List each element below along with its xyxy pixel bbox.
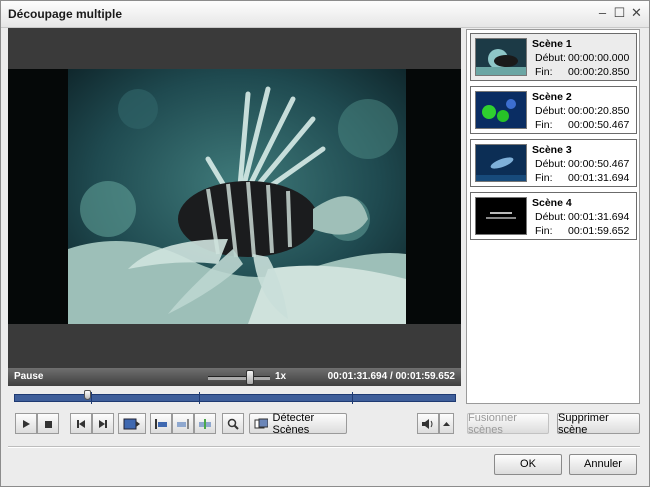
volume-menu-button[interactable] [439, 413, 454, 434]
scene-marker [199, 392, 200, 404]
speed-slider-thumb[interactable] [246, 370, 254, 385]
scene-name: Scène 2 [532, 91, 572, 103]
speed-slider-track[interactable] [208, 376, 270, 380]
video-frame [68, 69, 406, 324]
minimize-icon[interactable]: – [596, 5, 609, 21]
next-frame-button[interactable] [92, 413, 114, 434]
set-start-button[interactable] [150, 413, 172, 434]
scene-start-value: 00:00:50.467 [568, 158, 630, 170]
playback-controls [15, 413, 59, 435]
chevron-up-icon [443, 422, 450, 426]
skip-forward-icon [99, 419, 107, 428]
audio-controls [417, 413, 454, 435]
scene-start-label: Début: [535, 105, 566, 117]
zoom-controls [222, 413, 244, 435]
timeline-slider[interactable] [14, 390, 456, 406]
window-controls: – ☐ ✕ [596, 5, 643, 21]
timeline-track[interactable] [14, 394, 456, 402]
scene-end-value: 00:00:20.850 [568, 66, 630, 78]
merge-scenes-label: Fusionner scènes [468, 411, 517, 436]
merge-scenes-button[interactable]: Fusionner scènes [467, 411, 549, 436]
scene-item[interactable]: Scène 3 Début: 00:00:50.467 Fin: 00:01:3… [470, 139, 637, 187]
scene-thumbnail [475, 38, 527, 76]
window-title: Découpage multiple [8, 7, 123, 21]
scene-end-label: Fin: [535, 225, 553, 237]
time-readout: 00:01:31.694 / 00:01:59.652 [327, 371, 455, 382]
scene-marker [91, 392, 92, 404]
play-button[interactable] [15, 413, 37, 434]
footer-separator [8, 446, 640, 448]
scene-start-label: Début: [535, 158, 566, 170]
title-bar: Découpage multiple – ☐ ✕ [1, 1, 649, 28]
stop-icon [45, 420, 52, 428]
cancel-button[interactable]: Annuler [569, 454, 637, 475]
speed-label: 1x [275, 371, 287, 382]
scene-item[interactable]: Scène 2 Début: 00:00:20.850 Fin: 00:00:5… [470, 86, 637, 134]
scene-end-label: Fin: [535, 172, 553, 184]
scene-list[interactable]: Scène 1 Début: 00:00:00.000 Fin: 00:00:2… [466, 29, 640, 404]
film-icon [123, 418, 140, 429]
video-preview[interactable] [8, 28, 461, 368]
playback-state-label: Pause [14, 371, 44, 382]
volume-button[interactable] [417, 413, 439, 434]
mark-start-icon [155, 418, 167, 429]
previous-frame-button[interactable] [70, 413, 92, 434]
detect-scenes-button[interactable]: Détecter Scènes [249, 411, 347, 436]
scene-thumbnail [475, 197, 527, 235]
scene-end-label: Fin: [535, 119, 553, 131]
scene-start-value: 00:01:31.694 [568, 211, 630, 223]
close-icon[interactable]: ✕ [630, 5, 643, 21]
maximize-icon[interactable]: ☐ [613, 5, 626, 21]
marker-controls [150, 413, 216, 435]
scene-marker [352, 392, 353, 404]
ok-button[interactable]: OK [494, 454, 562, 475]
film-controls [118, 413, 146, 435]
scene-name: Scène 1 [532, 38, 572, 50]
timeline-thumb[interactable] [84, 390, 91, 400]
scene-end-value: 00:01:59.652 [568, 225, 630, 237]
scene-thumbnail [475, 144, 527, 182]
skip-back-icon [77, 419, 85, 428]
scene-start-label: Début: [535, 52, 566, 64]
delete-scene-button[interactable]: Supprimer scène [557, 411, 640, 436]
speaker-icon [422, 418, 433, 429]
scene-start-label: Début: [535, 211, 566, 223]
scene-item[interactable]: Scène 1 Début: 00:00:00.000 Fin: 00:00:2… [470, 33, 637, 81]
scene-thumbnail [475, 91, 527, 129]
scene-start-value: 00:00:20.850 [568, 105, 630, 117]
delete-scene-label: Supprimer scène [558, 411, 609, 436]
scene-name: Scène 3 [532, 144, 572, 156]
zoom-icon [227, 418, 239, 430]
film-button[interactable] [118, 413, 146, 434]
detect-scenes-icon [254, 418, 268, 428]
mark-end-icon [177, 418, 189, 429]
stop-button[interactable] [37, 413, 59, 434]
scene-item[interactable]: Scène 4 Début: 00:01:31.694 Fin: 00:01:5… [470, 192, 637, 240]
playback-status-bar: Pause 1x 00:01:31.694 / 00:01:59.652 [8, 368, 461, 386]
split-button[interactable] [194, 413, 216, 434]
set-end-button[interactable] [172, 413, 194, 434]
scene-start-value: 00:00:00.000 [568, 52, 630, 64]
split-icon [199, 418, 211, 429]
scene-end-label: Fin: [535, 66, 553, 78]
detect-scenes-label: Détecter Scènes [272, 411, 315, 436]
scene-name: Scène 4 [532, 197, 572, 209]
scene-end-value: 00:00:50.467 [568, 119, 630, 131]
navigation-controls [70, 413, 114, 435]
play-icon [23, 419, 30, 428]
zoom-button[interactable] [222, 413, 244, 434]
scene-end-value: 00:01:31.694 [568, 172, 630, 184]
